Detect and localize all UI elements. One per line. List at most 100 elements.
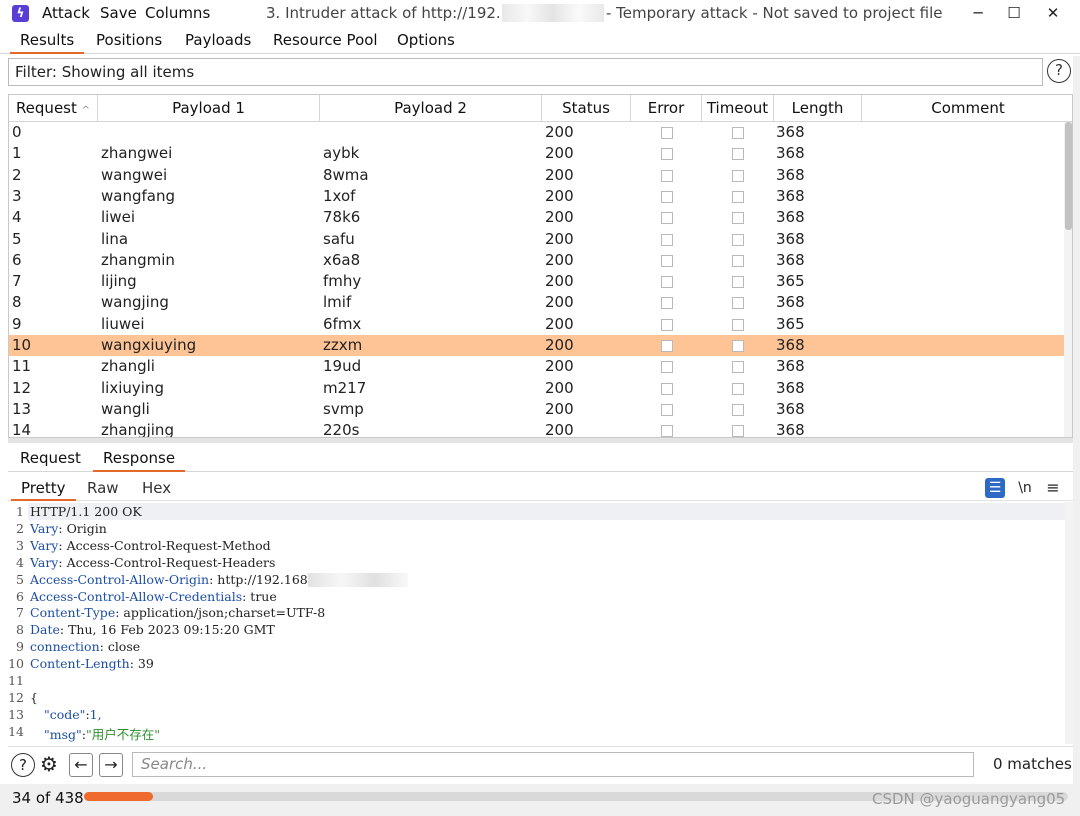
line-number: 10 bbox=[8, 656, 24, 672]
col-length[interactable]: Length bbox=[774, 95, 862, 122]
tab-pretty[interactable]: Pretty bbox=[11, 479, 76, 501]
cell-payload2: aybk bbox=[323, 144, 360, 163]
code-line: Access-Control-Allow-Credentials: true bbox=[30, 588, 277, 604]
arrow-right-icon[interactable]: → bbox=[99, 753, 123, 777]
search-input[interactable]: Search... bbox=[132, 752, 974, 777]
tab-options[interactable]: Options bbox=[387, 31, 465, 54]
table-row[interactable]: 0 200 368 bbox=[9, 122, 1064, 143]
cell-payload2: zzxm bbox=[323, 336, 363, 354]
response-editor[interactable]: 1 HTTP/1.1 200 OK 2 Vary: Origin 3 Vary: Acce… bbox=[8, 502, 1065, 744]
cell-status: 200 bbox=[545, 208, 574, 227]
header-value: 39 bbox=[137, 656, 154, 672]
table-row[interactable]: 4 liwei 78k6 200 368 bbox=[9, 207, 1064, 228]
cell-payload2: 6fmx bbox=[323, 314, 362, 333]
timeout-checkbox bbox=[732, 340, 744, 352]
header-key: Access-Control-Allow-Origin bbox=[30, 571, 210, 587]
table-row[interactable]: 10 wangxiuying zzxm 200 368 bbox=[9, 335, 1064, 357]
col-payload1[interactable]: Payload 1 bbox=[98, 95, 320, 122]
menu-columns[interactable]: Columns bbox=[145, 4, 210, 22]
line-number: 1 bbox=[16, 504, 24, 519]
tab-hex[interactable]: Hex bbox=[132, 479, 181, 501]
help-icon[interactable]: ? bbox=[11, 753, 35, 777]
cell-length: 368 bbox=[776, 229, 805, 248]
cell-request: 8 bbox=[12, 293, 22, 312]
timeout-checkbox bbox=[732, 318, 744, 331]
cell-request: 14 bbox=[12, 421, 32, 438]
tab-positions[interactable]: Positions bbox=[86, 31, 172, 54]
error-checkbox bbox=[661, 276, 673, 289]
header-key: "msg" bbox=[44, 726, 82, 742]
table-row[interactable]: 7 lijing fmhy 200 365 bbox=[9, 271, 1064, 292]
tab-request[interactable]: Request bbox=[10, 449, 91, 472]
tab-resource-pool[interactable]: Resource Pool bbox=[263, 31, 388, 54]
code-line: } bbox=[30, 741, 38, 744]
table-row[interactable]: 11 zhangli 19ud 200 368 bbox=[9, 356, 1064, 377]
maximize-icon[interactable]: ☐ bbox=[1002, 2, 1026, 24]
table-row[interactable]: 5 lina safu 200 368 bbox=[9, 229, 1064, 250]
table-row[interactable]: 14 zhangjing 220s 200 368 bbox=[9, 420, 1064, 438]
cell-length: 365 bbox=[776, 272, 805, 291]
table-row[interactable]: 9 liuwei 6fmx 200 365 bbox=[9, 314, 1064, 335]
cell-request: 1 bbox=[12, 144, 22, 163]
cell-length: 365 bbox=[776, 314, 805, 333]
col-payload2[interactable]: Payload 2 bbox=[320, 95, 542, 122]
code-line: Vary: Access-Control-Request-Headers bbox=[30, 554, 276, 570]
cell-status: 200 bbox=[545, 144, 574, 163]
tab-payloads[interactable]: Payloads bbox=[175, 31, 261, 54]
newline-icon[interactable]: \n bbox=[1015, 478, 1035, 498]
split-divider[interactable] bbox=[8, 438, 1073, 443]
detail-tabs: Request Response bbox=[8, 446, 1073, 472]
line-number: 15 bbox=[8, 741, 24, 744]
wrap-icon[interactable]: ☰ bbox=[985, 478, 1005, 498]
col-comment[interactable]: Comment bbox=[862, 95, 1072, 122]
col-error[interactable]: Error bbox=[631, 95, 702, 122]
line-number: 14 bbox=[8, 723, 24, 739]
code-line: "msg":"用户不存在" bbox=[44, 726, 160, 742]
cell-payload1: zhangwei bbox=[101, 144, 173, 163]
error-checkbox bbox=[661, 254, 673, 267]
timeout-checkbox bbox=[732, 254, 744, 267]
menu-save[interactable]: Save bbox=[100, 4, 137, 22]
table-row[interactable]: 6 zhangmin x6a8 200 368 bbox=[9, 250, 1064, 271]
timeout-checkbox bbox=[732, 425, 744, 437]
table-row[interactable]: 8 wangjing lmif 200 368 bbox=[9, 292, 1064, 313]
col-status[interactable]: Status bbox=[542, 95, 631, 122]
line-number: 12 bbox=[8, 689, 24, 705]
minimize-icon[interactable]: ─ bbox=[966, 2, 990, 24]
menu-icon[interactable]: ≡ bbox=[1043, 478, 1063, 498]
table-row[interactable]: 3 wangfang 1xof 200 368 bbox=[9, 186, 1064, 207]
header-key: Vary bbox=[30, 520, 59, 536]
cell-payload1: wangfang bbox=[101, 186, 175, 205]
line-number: 7 bbox=[16, 605, 24, 621]
editor-scrollbar[interactable] bbox=[1065, 502, 1073, 744]
cell-length: 368 bbox=[776, 336, 805, 354]
header-value: Origin bbox=[66, 520, 107, 536]
table-row[interactable]: 13 wangli svmp 200 368 bbox=[9, 399, 1064, 420]
cell-request: 7 bbox=[12, 272, 22, 291]
help-icon[interactable]: ? bbox=[1047, 59, 1071, 83]
table-row[interactable]: 12 lixiuying m217 200 368 bbox=[9, 378, 1064, 399]
table-scrollbar[interactable] bbox=[1064, 122, 1072, 437]
cell-status: 200 bbox=[545, 378, 574, 397]
filter-bar[interactable]: Filter: Showing all items bbox=[8, 58, 1043, 86]
arrow-left-icon[interactable]: ← bbox=[69, 753, 93, 777]
cell-request: 6 bbox=[12, 250, 22, 269]
col-request[interactable]: Request ^ bbox=[9, 95, 98, 122]
scroll-thumb[interactable] bbox=[1065, 122, 1072, 230]
tab-results[interactable]: Results bbox=[10, 31, 85, 54]
close-icon[interactable]: ✕ bbox=[1041, 2, 1065, 24]
table-row[interactable]: 1 zhangwei aybk 200 368 bbox=[9, 143, 1064, 164]
cell-length: 368 bbox=[776, 186, 805, 205]
cell-payload1: liwei bbox=[101, 208, 135, 227]
tab-response[interactable]: Response bbox=[93, 449, 186, 472]
current-line-highlight bbox=[28, 503, 1065, 520]
tab-raw[interactable]: Raw bbox=[77, 479, 129, 501]
gear-icon[interactable]: ⚙ bbox=[37, 753, 61, 777]
menu-attack[interactable]: Attack bbox=[42, 4, 90, 22]
col-timeout[interactable]: Timeout bbox=[702, 95, 774, 122]
cell-payload1: zhangli bbox=[101, 357, 155, 376]
table-row[interactable]: 2 wangwei 8wma 200 368 bbox=[9, 165, 1064, 186]
cell-payload1: wangjing bbox=[101, 293, 169, 312]
window-edge bbox=[1073, 56, 1080, 796]
cell-payload1: wangxiuying bbox=[101, 336, 197, 354]
